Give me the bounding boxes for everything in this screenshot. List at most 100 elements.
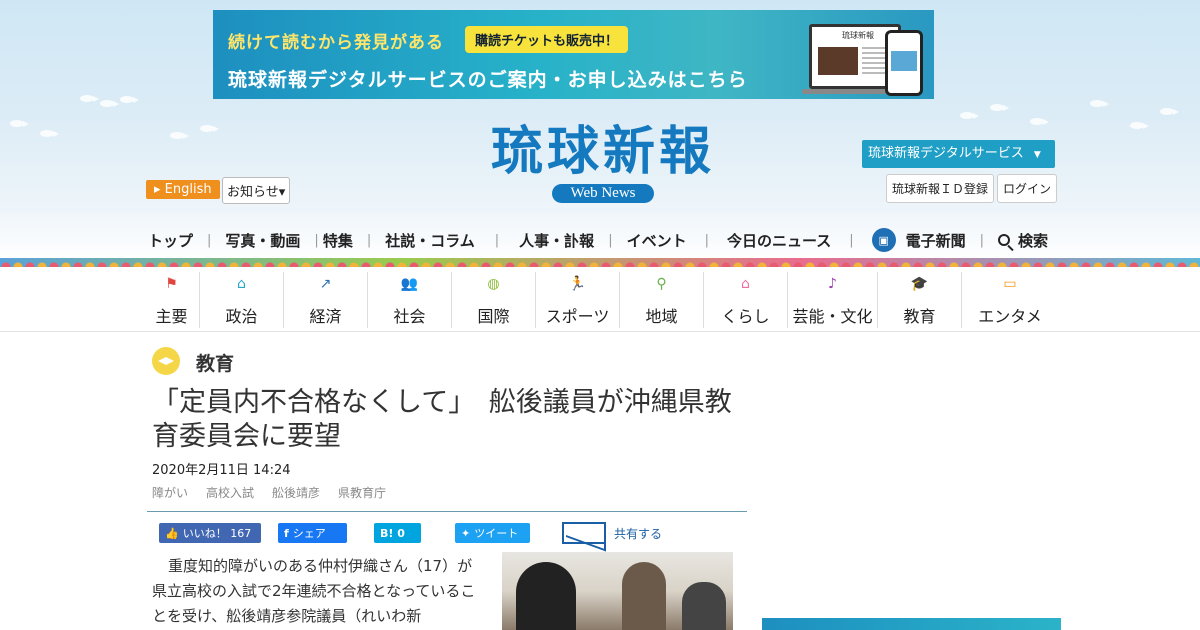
nav-top[interactable]: トップ — [148, 230, 193, 251]
category-label: 地域 — [645, 307, 678, 326]
nav-photo-video[interactable]: 写真・動画 — [225, 230, 300, 251]
nav-features[interactable]: 特集 — [323, 230, 353, 251]
logo-subtitle: Web News — [552, 184, 654, 203]
site-logo[interactable]: 琉球新報 Web News — [453, 126, 753, 203]
category-label: 政治 — [225, 307, 258, 326]
nav-search[interactable]: 検索 — [998, 230, 1048, 251]
category-item[interactable]: 👥 社会 — [368, 272, 452, 328]
fish-decoration — [120, 96, 139, 103]
sidebar-ad-banner[interactable] — [762, 618, 1061, 630]
category-label: 国際 — [477, 307, 510, 326]
category-label: くらし — [721, 307, 770, 326]
article-tags: 障がい 高校入試 舩後靖彦 県教育庁 — [152, 484, 404, 501]
twitter-bird-icon: ✦ — [461, 526, 471, 540]
facebook-like-button[interactable]: 👍 いいね！ 167 — [159, 523, 261, 543]
people-icon: 👥 — [400, 276, 419, 292]
fish-decoration — [1160, 108, 1179, 115]
notice-dropdown[interactable]: お知らせ▾ — [222, 177, 291, 204]
category-item[interactable]: ▭ エンタメ — [962, 272, 1058, 328]
category-label: スポーツ — [545, 307, 610, 326]
category-item[interactable]: ↗ 経済 — [284, 272, 368, 328]
category-item[interactable]: ⌂ 政治 — [200, 272, 284, 328]
banner-subline: 琉球新報デジタルサービスのご案内・お申し込みはこちら — [228, 69, 748, 91]
hatena-bookmark-button[interactable]: B! 0 — [374, 523, 421, 543]
category-item[interactable]: ⌂ くらし — [704, 272, 788, 328]
category-label: エンタメ — [978, 307, 1042, 326]
login-button[interactable]: ログイン — [997, 174, 1058, 203]
tag-link[interactable]: 障がい — [152, 484, 188, 501]
english-button[interactable]: ▸ English — [146, 180, 220, 199]
tag-link[interactable]: 高校入試 — [206, 484, 254, 501]
tag-link[interactable]: 県教育庁 — [338, 484, 386, 501]
fb-share-label: シェア — [292, 527, 326, 540]
home-icon: ⌂ — [741, 276, 750, 292]
search-icon — [998, 234, 1011, 246]
fish-decoration — [990, 104, 1009, 111]
nav-events[interactable]: イベント — [627, 230, 687, 251]
caret-down-icon: ▼ — [1033, 150, 1041, 160]
nav-e-paper-label: 電子新聞 — [905, 231, 966, 250]
banner-headline: 続けて読むから発見がある — [228, 33, 444, 53]
share-button[interactable]: 共有する — [562, 522, 662, 544]
nav-personnel[interactable]: 人事・訃報 — [519, 230, 594, 251]
article-headline: 「定員内不合格なくして」 舩後議員が沖縄県教育委員会に要望 — [152, 387, 732, 452]
fish-decoration — [1030, 118, 1049, 125]
category-item[interactable]: ⚲ 地域 — [620, 272, 704, 328]
fish-decoration — [40, 130, 59, 137]
graduation-cap-icon — [152, 347, 180, 375]
envelope-icon — [562, 522, 606, 544]
article-date: 2020年2月11日 14:24 — [152, 463, 291, 478]
category-item[interactable]: ♪ 芸能・文化 — [788, 272, 878, 328]
decorative-wave-strip — [0, 258, 1200, 267]
fish-decoration — [100, 100, 119, 107]
banner-ticket-badge: 購読チケットも販売中！ — [465, 26, 629, 53]
tag-link[interactable]: 舩後靖彦 — [272, 484, 320, 501]
category-navigation: ⚑ 主要 ⌂ 政治 ↗ 経済 👥 社会 ◍ 国際 🏃 スポーツ ⚲ 地域 ⌂ くらし ♪ 芸能・文化 🎓 教育 ▭ エンタ… — [144, 272, 1058, 328]
thumbs-up-icon: 👍 — [165, 526, 179, 540]
category-label: 教育 — [903, 307, 936, 326]
nav-e-paper[interactable]: ▣ 電子新聞 — [871, 228, 966, 252]
nav-search-label: 検索 — [1018, 231, 1049, 250]
e-paper-icon: ▣ — [871, 228, 896, 252]
logo-title: 琉球新報 — [490, 121, 715, 182]
category-label: 芸能・文化 — [792, 307, 873, 326]
category-label: 経済 — [309, 307, 342, 326]
fish-decoration — [1090, 100, 1109, 107]
article-body: 重度知的障がいのある仲村伊織さん（17）が県立高校の入試で2年連続不合格となって… — [152, 557, 476, 625]
digital-service-banner[interactable]: 続けて読むから発見がある 購読チケットも販売中！ 琉球新報デジタルサービスのご案… — [213, 10, 934, 99]
tv-icon: ▭ — [1003, 276, 1017, 292]
fish-decoration — [80, 95, 99, 102]
facebook-share-button[interactable]: f シェア — [278, 523, 347, 543]
fish-decoration — [960, 112, 979, 119]
digital-service-dropdown[interactable]: 琉球新報デジタルサービス ▼ — [862, 140, 1055, 168]
id-register-button[interactable]: 琉球新報ＩＤ登録 — [886, 174, 995, 203]
building-icon: ⌂ — [237, 276, 246, 292]
fish-decoration — [200, 125, 219, 132]
article-category[interactable]: 教育 — [196, 349, 234, 376]
fish-decoration — [170, 132, 189, 139]
flag-icon: ⚑ — [165, 276, 178, 292]
divider — [0, 331, 1200, 332]
category-item[interactable]: 🎓 教育 — [878, 272, 962, 328]
category-label: 社会 — [393, 307, 426, 326]
globe-icon: ◍ — [487, 276, 500, 292]
article-photo[interactable] — [502, 552, 733, 630]
like-label: いいね！ 167 — [182, 527, 252, 540]
category-item[interactable]: ◍ 国際 — [452, 272, 536, 328]
digital-service-label: 琉球新報デジタルサービス — [868, 146, 1024, 161]
category-item[interactable]: ⚑ 主要 — [144, 272, 200, 328]
english-label: English — [164, 182, 212, 197]
tweet-button[interactable]: ✦ ツイート — [455, 523, 530, 543]
nav-today-news[interactable]: 今日のニュース — [727, 230, 831, 251]
fish-decoration — [10, 120, 29, 127]
tweet-label: ツイート — [474, 527, 519, 540]
category-label: 主要 — [155, 307, 188, 326]
pin-icon: ⚲ — [656, 276, 667, 292]
runner-icon: 🏃 — [568, 276, 587, 292]
divider — [147, 511, 747, 512]
main-navigation: トップ | 写真・動画 | 特集 | 社説・コラム | 人事・訃報 | イベント | 今日の… — [148, 226, 1048, 254]
category-item[interactable]: 🏃 スポーツ — [536, 272, 620, 328]
chart-icon: ↗ — [319, 276, 332, 292]
laptop-logo: 琉球新報 — [842, 31, 874, 40]
nav-editorial[interactable]: 社説・コラム — [385, 230, 475, 251]
